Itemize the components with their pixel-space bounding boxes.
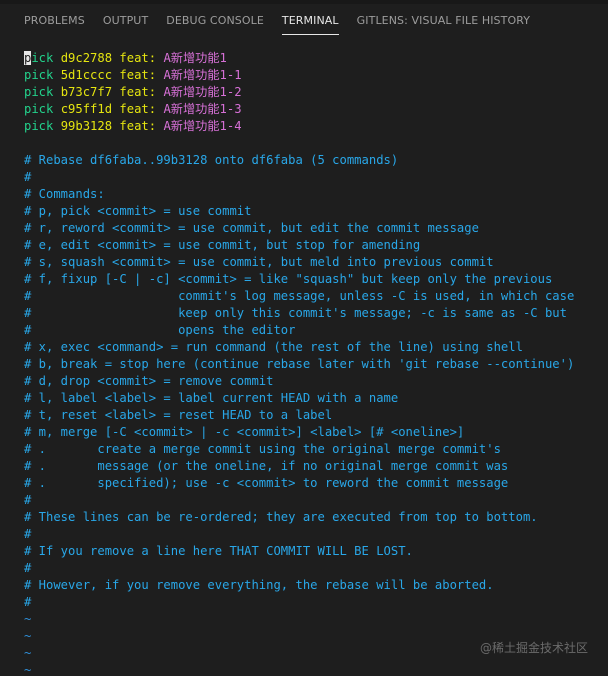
commit-hash: 5d1cccc xyxy=(60,68,113,82)
commit-hash: b73c7f7 xyxy=(60,85,113,99)
comment-line: # keep only this commit's message; -c is… xyxy=(24,306,567,320)
commit-type: feat: xyxy=(119,85,157,99)
comment-line: # s, squash <commit> = use commit, but m… xyxy=(24,255,494,269)
comment-line: # xyxy=(24,561,32,575)
comment-line: # . specified); use -c <commit> to rewor… xyxy=(24,476,509,490)
tab-debug-console[interactable]: DEBUG CONSOLE xyxy=(157,4,273,35)
comment-line: # However, if you remove everything, the… xyxy=(24,578,494,592)
comment-line: # b, break = stop here (continue rebase … xyxy=(24,357,575,371)
empty-buffer-marker: ~ xyxy=(24,612,32,626)
comment-line: # l, label <label> = label current HEAD … xyxy=(24,391,399,405)
comment-line: # Rebase df6faba..99b3128 onto df6faba (… xyxy=(24,153,399,167)
todo-action: pick xyxy=(24,102,54,116)
terminal-editor[interactable]: pick d9c2788 feat: A新增功能1 pick 5d1cccc f… xyxy=(24,50,608,676)
comment-line: # xyxy=(24,527,32,541)
tab-output[interactable]: OUTPUT xyxy=(94,4,157,35)
comment-line: # If you remove a line here THAT COMMIT … xyxy=(24,544,413,558)
commit-hash: c95ff1d xyxy=(60,102,113,116)
todo-action: pick xyxy=(24,119,54,133)
comment-line: # These lines can be re-ordered; they ar… xyxy=(24,510,538,524)
todo-action: pick xyxy=(24,85,54,99)
comment-line: # . message (or the oneline, if no origi… xyxy=(24,459,509,473)
commit-type: feat: xyxy=(119,51,157,65)
comment-line: # xyxy=(24,595,32,609)
tab-terminal[interactable]: TERMINAL xyxy=(273,4,348,35)
comment-line: # xyxy=(24,493,32,507)
comment-line: # f, fixup [-C | -c] <commit> = like "sq… xyxy=(24,272,553,286)
comment-line: # opens the editor xyxy=(24,323,296,337)
terminal-panel: PROBLEMS OUTPUT DEBUG CONSOLE TERMINAL G… xyxy=(0,0,608,676)
comment-line: # x, exec <command> = run command (the r… xyxy=(24,340,523,354)
commit-message: A新增功能1 xyxy=(163,51,227,65)
tab-gitlens-visual-file-history[interactable]: GITLENS: VISUAL FILE HISTORY xyxy=(348,4,539,35)
commit-hash: d9c2788 xyxy=(60,51,113,65)
commit-message: A新增功能1-1 xyxy=(163,68,242,82)
todo-line: pick d9c2788 feat: A新增功能1 xyxy=(24,50,608,67)
comment-line: # e, edit <commit> = use commit, but sto… xyxy=(24,238,421,252)
commit-message: A新增功能1-2 xyxy=(163,85,242,99)
tab-problems[interactable]: PROBLEMS xyxy=(0,4,94,35)
comment-line: # commit's log message, unless -C is use… xyxy=(24,289,575,303)
todo-action: pick xyxy=(24,68,54,82)
comment-line: # p, pick <commit> = use commit xyxy=(24,204,252,218)
comment-line: # r, reword <commit> = use commit, but e… xyxy=(24,221,479,235)
todo-action: ick xyxy=(31,51,54,65)
empty-buffer-marker: ~ xyxy=(24,663,32,676)
todo-line: pick 5d1cccc feat: A新增功能1-1 xyxy=(24,67,608,84)
panel-tab-bar: PROBLEMS OUTPUT DEBUG CONSOLE TERMINAL G… xyxy=(0,4,608,38)
comment-line: # xyxy=(24,170,32,184)
commit-message: A新增功能1-3 xyxy=(163,102,242,116)
todo-line: pick c95ff1d feat: A新增功能1-3 xyxy=(24,101,608,118)
commit-message: A新增功能1-4 xyxy=(163,119,242,133)
commit-type: feat: xyxy=(119,102,157,116)
comment-line: # . create a merge commit using the orig… xyxy=(24,442,501,456)
todo-line: pick b73c7f7 feat: A新增功能1-2 xyxy=(24,84,608,101)
comment-line: # d, drop <commit> = remove commit xyxy=(24,374,274,388)
comment-line: # t, reset <label> = reset HEAD to a lab… xyxy=(24,408,333,422)
commit-type: feat: xyxy=(119,68,157,82)
commit-type: feat: xyxy=(119,119,157,133)
watermark: @稀土掘金技术社区 xyxy=(479,641,588,655)
comment-line: # Commands: xyxy=(24,187,105,201)
todo-line: pick 99b3128 feat: A新增功能1-4 xyxy=(24,118,608,135)
commit-hash: 99b3128 xyxy=(60,119,113,133)
comment-line: # m, merge [-C <commit> | -c <commit>] <… xyxy=(24,425,465,439)
